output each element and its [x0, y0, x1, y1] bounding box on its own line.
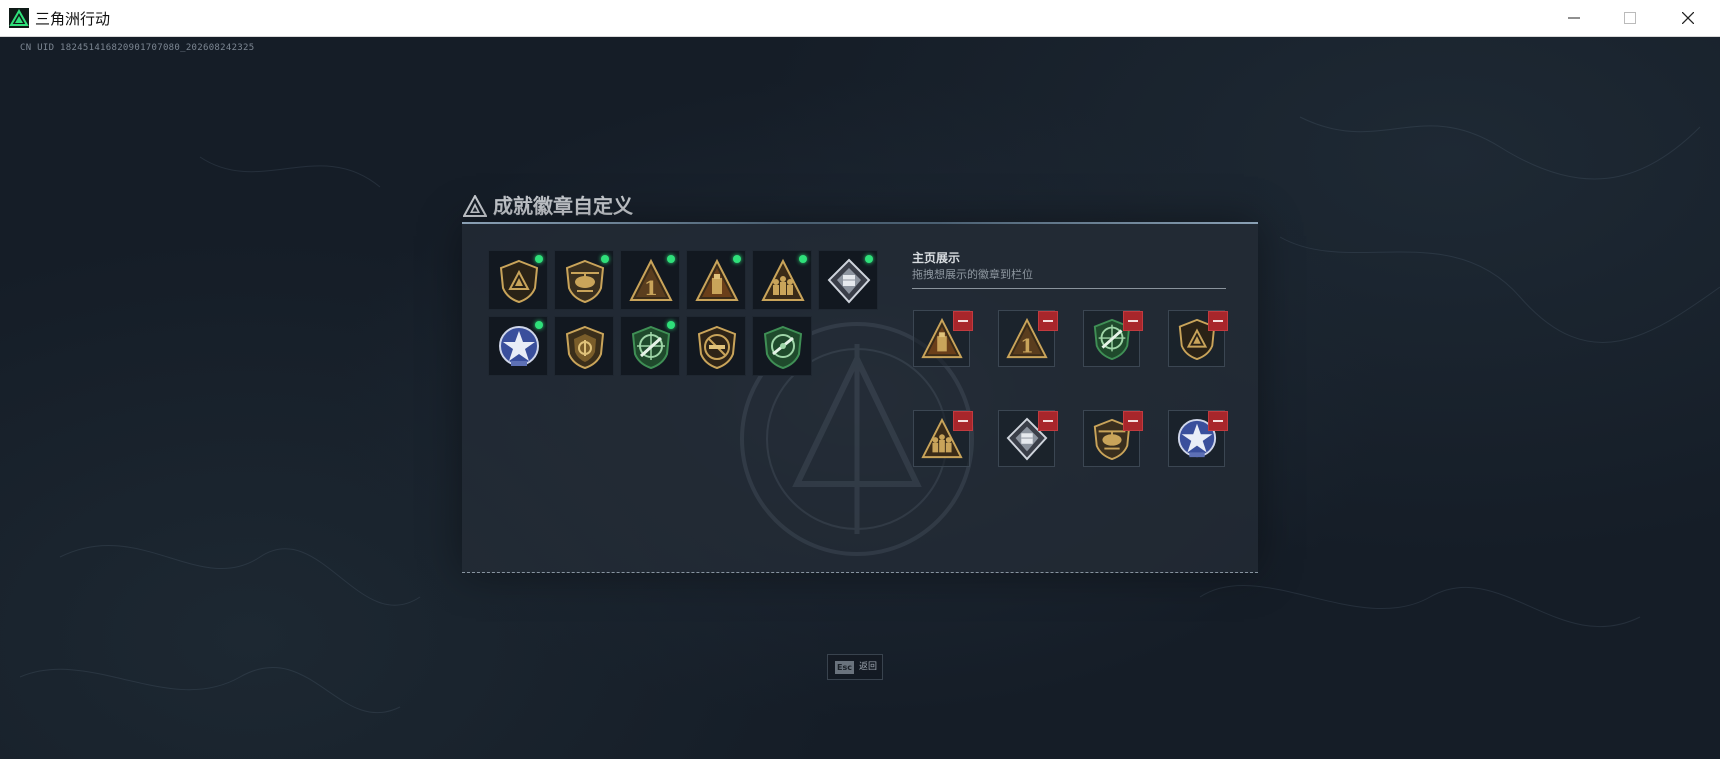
remove-badge-button[interactable] [1123, 411, 1143, 431]
badge-item[interactable] [686, 316, 746, 376]
green-crosshair-rifle-badge-icon [631, 325, 671, 370]
display-divider [912, 288, 1226, 289]
close-button[interactable] [1660, 0, 1716, 37]
window-title: 三角洲行动 [35, 10, 111, 28]
display-section-title: 主页展示 [912, 251, 961, 265]
gold-helicopter-badge-icon [565, 259, 605, 304]
remove-badge-button[interactable] [1038, 311, 1058, 331]
badge-item[interactable] [554, 316, 614, 376]
new-indicator-dot [667, 255, 675, 263]
new-indicator-dot [535, 255, 543, 263]
delta-triangle-icon [463, 195, 487, 217]
remove-badge-button[interactable] [1123, 311, 1143, 331]
minimize-icon [1568, 17, 1580, 19]
back-button[interactable]: Esc 返回 [827, 654, 883, 680]
remove-badge-button[interactable] [953, 311, 973, 331]
gold-shield-emblem-badge-icon [565, 325, 605, 370]
badge-item[interactable] [818, 250, 878, 310]
display-slot[interactable] [913, 310, 973, 367]
remove-badge-button[interactable] [1208, 411, 1228, 431]
new-indicator-dot [601, 255, 609, 263]
minimize-button[interactable] [1546, 0, 1602, 37]
display-slot[interactable] [998, 410, 1058, 467]
badge-item[interactable] [488, 250, 548, 310]
badge-item[interactable] [752, 316, 812, 376]
display-slot[interactable] [913, 410, 973, 467]
gold-shield-triangle-badge-icon [499, 259, 539, 304]
silver-diamond-crate-badge-icon [827, 258, 871, 304]
new-indicator-dot [535, 321, 543, 329]
gold-triangle-ammo-badge-icon [695, 258, 739, 301]
badge-item[interactable]: 1 [620, 250, 680, 310]
maximize-icon [1624, 12, 1636, 24]
display-section-header: 主页展示 拖拽想展示的徽章到栏位 [912, 250, 1226, 283]
badge-item[interactable] [686, 250, 746, 310]
badge-item[interactable] [488, 316, 548, 376]
new-indicator-dot [733, 255, 741, 263]
svg-text:1: 1 [644, 276, 658, 300]
gold-no-weapon-badge-icon [697, 325, 737, 370]
svg-text:1: 1 [1020, 334, 1033, 357]
app-logo-icon [9, 8, 29, 28]
badge-customize-panel: 1 主页展示 拖拽想展示的徽章到栏位 1 [462, 222, 1258, 573]
close-icon [1682, 12, 1694, 24]
new-indicator-dot [799, 255, 807, 263]
display-slot[interactable] [1083, 310, 1143, 367]
blue-star-badge-icon [499, 326, 539, 366]
window-titlebar: 三角洲行动 [0, 0, 1720, 37]
gold-triangle-number-one-badge-icon: 1 [629, 258, 673, 301]
remove-badge-button[interactable] [1038, 411, 1058, 431]
new-indicator-dot [667, 321, 675, 329]
gold-triangle-squad-badge-icon [761, 258, 805, 301]
dialog-title: 成就徽章自定义 [493, 194, 633, 218]
new-indicator-dot [865, 255, 873, 263]
display-slot[interactable] [1083, 410, 1143, 467]
badge-item[interactable] [554, 250, 614, 310]
uid-watermark: CN UID 182451416820901707080_20260824232… [20, 43, 255, 53]
display-section-subtitle: 拖拽想展示的徽章到栏位 [912, 268, 1033, 281]
remove-badge-button[interactable] [953, 411, 973, 431]
display-slot[interactable] [1168, 310, 1228, 367]
display-slot[interactable] [1168, 410, 1228, 467]
display-slot[interactable]: 1 [998, 310, 1058, 367]
maximize-button[interactable] [1602, 0, 1658, 37]
back-label: 返回 [859, 662, 878, 672]
panel-top-border [462, 222, 1258, 224]
remove-badge-button[interactable] [1208, 311, 1228, 331]
green-crosshair-shield-badge-icon [763, 325, 803, 370]
badge-item[interactable] [752, 250, 812, 310]
badge-item[interactable] [620, 316, 680, 376]
esc-key-icon: Esc [835, 661, 854, 674]
